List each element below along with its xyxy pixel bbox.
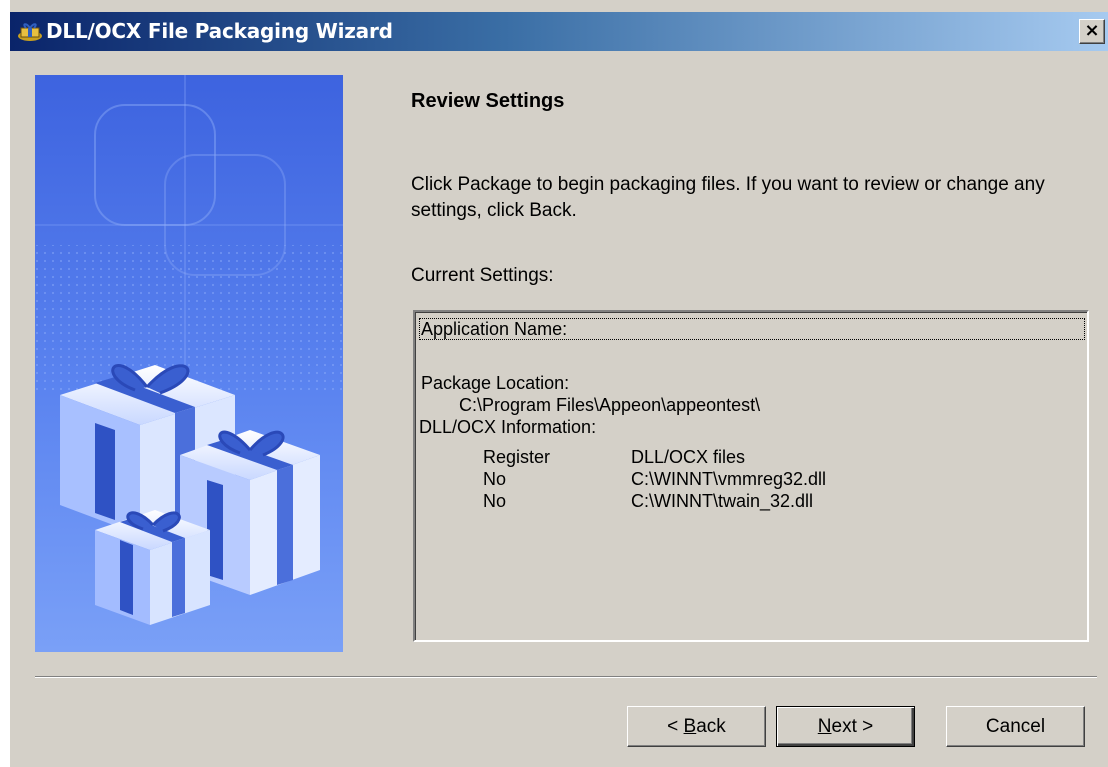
cancel-button-label: Cancel [985, 715, 1046, 737]
row-register: No [483, 491, 507, 511]
settings-summary-box[interactable]: Application Name: Package Location: C:\P… [413, 310, 1089, 642]
gift-boxes-illustration [35, 75, 343, 652]
cancel-button[interactable]: Cancel [946, 706, 1085, 747]
page-title: Review Settings [411, 90, 565, 112]
wizard-side-image [35, 75, 343, 652]
package-location-label: Package Location: [421, 373, 570, 393]
next-button-mnemonic: N [817, 715, 832, 737]
package-location-value: C:\Program Files\Appeon\appeontest\ [459, 395, 761, 415]
window-title: DLL/OCX File Packaging Wizard [46, 19, 393, 43]
back-button[interactable]: < Back [627, 706, 766, 747]
back-button-label: ack [696, 715, 726, 737]
column-header-files: DLL/OCX files [631, 447, 746, 467]
column-header-register: Register [483, 447, 551, 467]
footer-separator [35, 676, 1097, 678]
wizard-window: DLL/OCX File Packaging Wizard × Review S… [9, 0, 1108, 767]
row-register: No [483, 469, 507, 489]
application-name-label: Application Name: [421, 319, 568, 339]
row-file: C:\WINNT\twain_32.dll [631, 491, 814, 511]
dll-info-label: DLL/OCX Information: [419, 417, 597, 437]
back-button-prefix: < [667, 715, 684, 737]
close-icon: × [1084, 20, 1100, 41]
title-bar[interactable]: DLL/OCX File Packaging Wizard × [10, 12, 1108, 51]
row-file: C:\WINNT\vmmreg32.dll [631, 469, 827, 489]
current-settings-label: Current Settings: [411, 265, 554, 286]
next-button-label: ext > [831, 715, 874, 737]
instructions-text: Click Package to begin packaging files. … [411, 174, 1045, 221]
back-button-mnemonic: B [683, 715, 697, 737]
next-button[interactable]: Next > [776, 706, 915, 747]
close-button[interactable]: × [1079, 19, 1105, 44]
gift-package-icon [18, 23, 42, 41]
